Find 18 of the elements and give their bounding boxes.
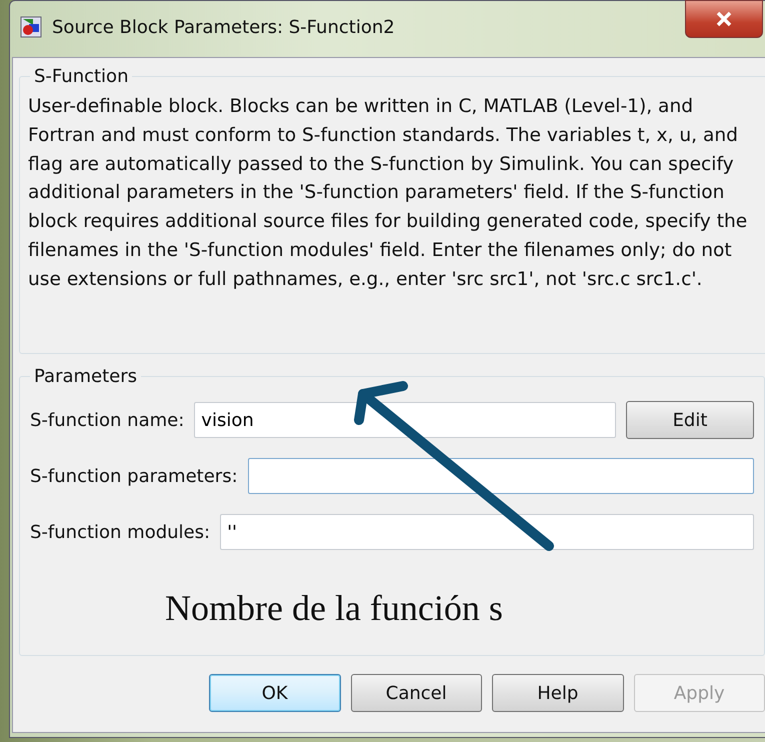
close-button[interactable] xyxy=(685,0,763,38)
dialog-button[interactable]: OK xyxy=(209,674,340,712)
input-field[interactable]: '' xyxy=(220,514,754,550)
input-field[interactable]: vision xyxy=(194,402,616,438)
field-label: S-function parameters: xyxy=(30,466,238,486)
field-label: S-function name: xyxy=(30,410,184,430)
edit-button[interactable]: Edit xyxy=(626,401,754,439)
description-text: User-definable block. Blocks can be written in C, MATLAB (Level-1), and Fortran and must conform to S-function standards. The variables t, x, u, and flag are automatically passed to the S-function by Simulink. You can specify additional parameters in the 'S-function parameters' field. If the S-function block requires additional source files for building generated code, specify the filenames in the 'S-function modules' field. Enter the filenames only; do not use extensions or full pathnames, e.g., enter 'src src1', not 'src.c src1.c'. xyxy=(28,95,748,292)
close-icon xyxy=(715,11,733,27)
annotation-text: Nombre de la función s xyxy=(165,587,504,629)
group-title: Parameters xyxy=(33,366,138,387)
dialog-button[interactable]: Help xyxy=(492,674,624,712)
group-title: S-Function xyxy=(33,66,130,87)
field-label: S-function modules: xyxy=(30,522,210,542)
block-diagram-icon xyxy=(20,16,42,38)
input-field[interactable] xyxy=(248,458,754,494)
window-title: Source Block Parameters: S-Function2 xyxy=(52,16,395,38)
dialog-button[interactable]: Cancel xyxy=(350,674,482,712)
